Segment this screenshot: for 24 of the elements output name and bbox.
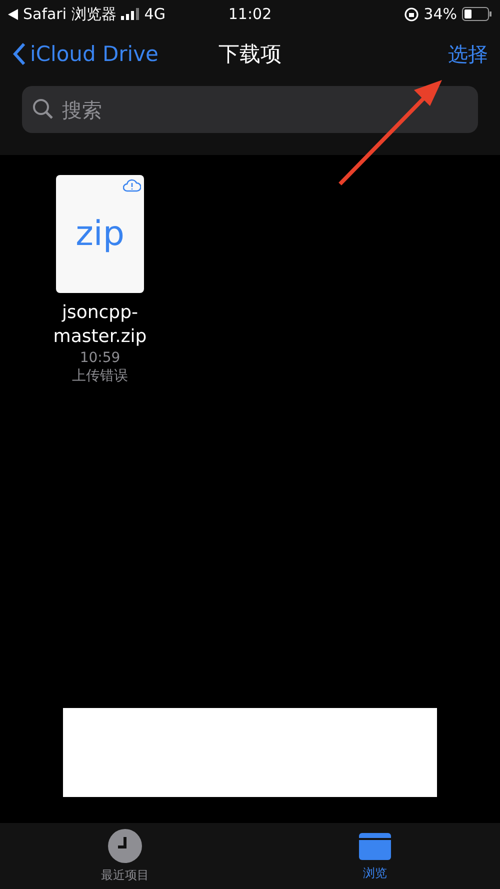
tab-button[interactable]: 浏览 — [250, 823, 500, 889]
file-name: jsoncpp-master.zip — [52, 301, 148, 349]
back-app-label[interactable]: Safari 浏览器 — [23, 4, 116, 24]
file-status: 上传错误 — [72, 367, 128, 385]
file-type-label: zip — [76, 214, 124, 254]
back-triangle-icon — [8, 8, 18, 20]
back-button[interactable]: iCloud Drive — [12, 42, 158, 66]
signal-icon — [121, 8, 140, 20]
chevron-left-icon — [12, 42, 26, 66]
rotation-lock-icon — [404, 6, 419, 22]
folder-icon — [358, 830, 392, 860]
file-time: 10:59 — [80, 349, 120, 367]
battery-percent: 34% — [424, 5, 457, 23]
tab-button[interactable]: 最近项目 — [0, 823, 250, 889]
search-icon — [32, 98, 54, 120]
battery-icon — [462, 7, 492, 21]
clock-icon — [108, 828, 142, 862]
page-title: 下载项 — [218, 41, 282, 68]
clock-time: 11:02 — [228, 5, 272, 23]
network-label: 4G — [144, 5, 166, 23]
select-button[interactable]: 选择 — [448, 40, 488, 68]
zip-file-thumbnail[interactable]: zip — [56, 175, 144, 293]
cloud-alert-icon — [123, 179, 141, 192]
search-field[interactable]: 搜索 — [22, 86, 478, 133]
